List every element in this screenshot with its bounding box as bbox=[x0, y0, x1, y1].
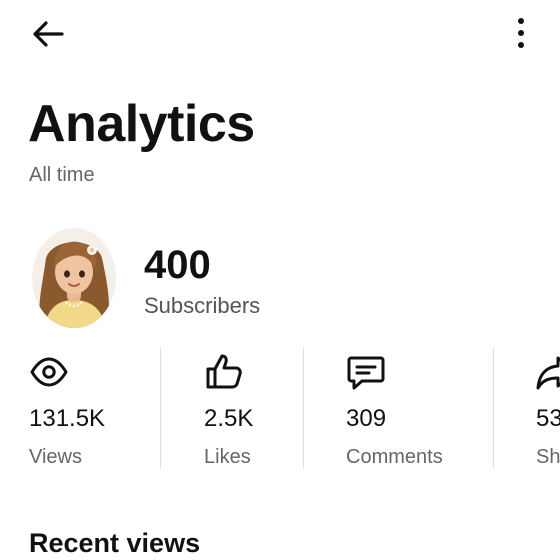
subscriber-label: Subscribers bbox=[144, 293, 261, 318]
stat-likes-value: 2.5K bbox=[204, 405, 254, 432]
back-button[interactable] bbox=[28, 14, 68, 54]
more-options-button[interactable] bbox=[506, 14, 536, 54]
arrow-left-icon bbox=[33, 21, 64, 47]
stat-views-label: Views bbox=[29, 446, 82, 468]
comment-icon bbox=[347, 356, 385, 390]
time-range-label: All time bbox=[29, 164, 95, 186]
stat-shares-label: Sh bbox=[536, 446, 560, 468]
stat-likes-label: Likes bbox=[204, 446, 251, 468]
stat-divider bbox=[303, 348, 304, 468]
avatar[interactable] bbox=[32, 228, 116, 328]
eye-icon bbox=[30, 357, 68, 387]
more-vertical-icon bbox=[518, 18, 524, 48]
stat-views-value: 131.5K bbox=[29, 405, 106, 432]
stat-comments-value: 309 bbox=[346, 405, 387, 432]
section-title-recent-views: Recent views bbox=[29, 528, 201, 558]
stat-comments-label: Comments bbox=[346, 446, 443, 468]
page-title: Analytics bbox=[28, 95, 255, 153]
profile-illustration bbox=[32, 228, 116, 328]
stat-shares-value: 53 bbox=[536, 405, 560, 432]
share-icon bbox=[536, 356, 560, 390]
stat-divider bbox=[160, 348, 161, 468]
stat-divider bbox=[493, 348, 494, 468]
thumbs-up-icon bbox=[206, 354, 242, 389]
subscriber-count: 400 bbox=[144, 243, 211, 287]
